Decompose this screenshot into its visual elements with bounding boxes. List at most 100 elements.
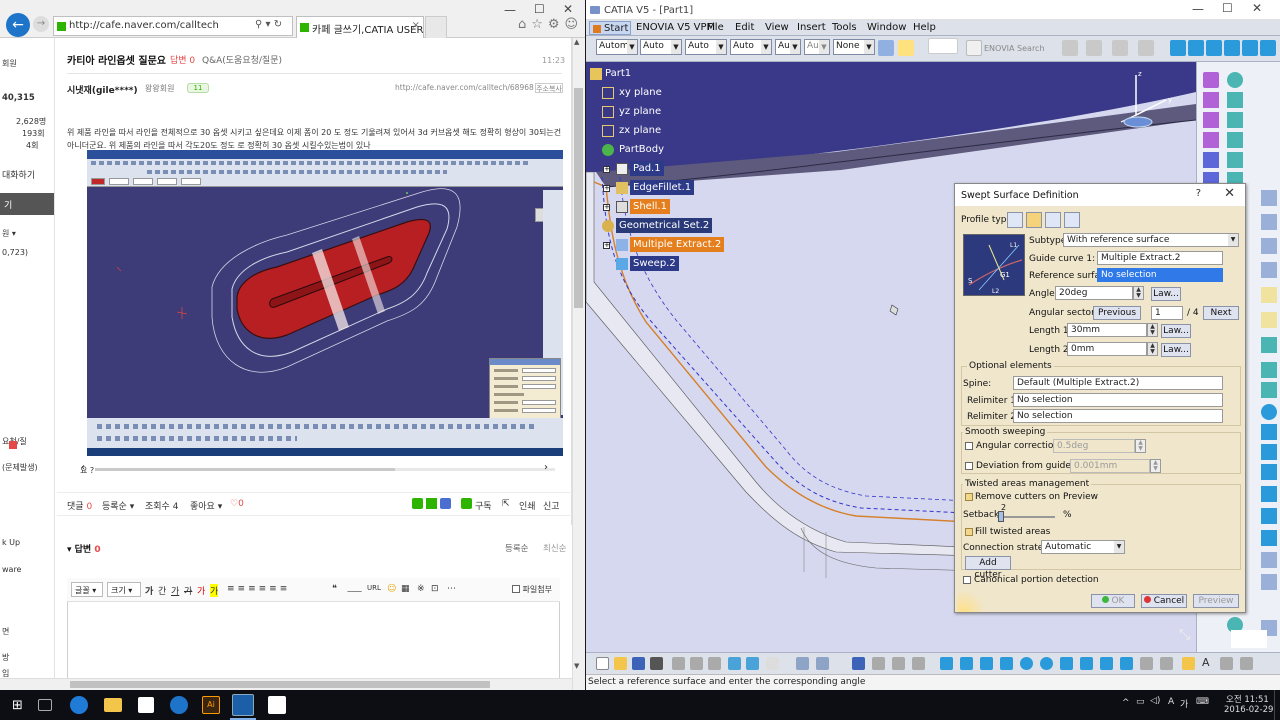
toolbar-icon[interactable]: [1261, 287, 1277, 303]
table-icon[interactable]: [852, 657, 865, 670]
revolve-icon[interactable]: [1227, 72, 1243, 88]
toolbar-icon[interactable]: [892, 657, 905, 670]
toolbar-icon[interactable]: [1261, 574, 1277, 590]
relimiter2-field[interactable]: No selection: [1013, 409, 1223, 423]
maximize-icon[interactable]: ☐: [534, 2, 545, 16]
special-char-icon[interactable]: ※: [417, 584, 425, 594]
comment-icon[interactable]: [816, 657, 829, 670]
app-taskbar-icon[interactable]: [268, 696, 286, 714]
graphic-prop-select[interactable]: Autom ▼: [596, 39, 638, 55]
formula-icon[interactable]: [796, 657, 809, 670]
angle-field[interactable]: 20deg: [1055, 286, 1133, 300]
print-icon[interactable]: [650, 657, 663, 670]
ok-button[interactable]: OK: [1091, 594, 1135, 608]
whats-this-icon[interactable]: [766, 657, 779, 670]
new-tab-button[interactable]: [425, 16, 447, 38]
join-icon[interactable]: [1203, 152, 1219, 168]
graphic-prop-select[interactable]: Au ▼: [804, 39, 830, 55]
tree-xy-plane[interactable]: xy plane: [616, 85, 665, 100]
toolbar-icon[interactable]: [1261, 486, 1277, 502]
healing-icon[interactable]: [1227, 152, 1243, 168]
sweep-tool-icon[interactable]: [1227, 112, 1243, 128]
sphere-icon[interactable]: [1203, 92, 1219, 108]
task-view-icon[interactable]: [38, 699, 52, 711]
attach-file[interactable]: 파일첨부: [512, 584, 552, 595]
back-view-icon[interactable]: [1206, 40, 1222, 56]
subscribe-label[interactable]: 구독: [475, 499, 492, 512]
remove-cutters-checkbox[interactable]: [965, 493, 973, 501]
menu-start[interactable]: Start: [589, 21, 631, 35]
extrude-icon[interactable]: [1203, 72, 1219, 88]
volume-icon[interactable]: ◁): [1150, 696, 1160, 706]
profile-line-icon[interactable]: [1026, 212, 1042, 228]
dialog-close-icon[interactable]: ✕: [1224, 186, 1235, 201]
toolbar-icon[interactable]: [1261, 312, 1277, 328]
graphic-prop-select[interactable]: Auto ▼: [685, 39, 727, 55]
sidebar-text[interactable]: (문제발생): [2, 462, 38, 473]
toolbar-icon[interactable]: [1261, 382, 1277, 398]
profile-explicit-icon[interactable]: [1007, 212, 1023, 228]
sidebar-text[interactable]: 방: [2, 652, 9, 663]
catia-maximize-icon[interactable]: ☐: [1222, 1, 1233, 15]
tree-pad1[interactable]: Pad.1: [630, 161, 664, 176]
toolbar-icon[interactable]: [872, 657, 885, 670]
toolbar-icon[interactable]: [1261, 362, 1277, 378]
menu-insert[interactable]: Insert: [797, 22, 826, 33]
sidebar-text[interactable]: 면: [2, 626, 9, 637]
menu-file[interactable]: File: [707, 22, 724, 33]
setback-slider-thumb[interactable]: [998, 511, 1004, 522]
iso-view-bottom-icon[interactable]: [1100, 657, 1113, 670]
length1-law-button[interactable]: Law...: [1161, 324, 1191, 338]
graphic-prop-select[interactable]: Auto ▼: [730, 39, 772, 55]
toolbar-icon[interactable]: [1261, 464, 1277, 480]
more-icon[interactable]: ⋯: [447, 584, 456, 594]
sort-newest[interactable]: 최신순: [543, 542, 566, 554]
toolbar-icon[interactable]: [1261, 424, 1277, 440]
share-band-icon[interactable]: [412, 498, 423, 509]
sidebar-chat-link[interactable]: 대화하기: [2, 168, 35, 181]
font-select[interactable]: 글꼴 ▾: [71, 582, 103, 597]
hide-show-icon[interactable]: [1140, 657, 1153, 670]
subtype-select[interactable]: With reference surface ▼: [1063, 233, 1239, 247]
print-button[interactable]: 인쇄: [519, 499, 536, 512]
home-star-gear-icons[interactable]: ⌂☆⚙☺: [518, 17, 583, 32]
article-author[interactable]: 시냇재(gile****): [67, 83, 138, 96]
font-color-button[interactable]: 가: [197, 584, 205, 597]
angle-spinner-icon[interactable]: ▲ ▼: [1133, 286, 1144, 300]
toolbar-icon[interactable]: [1261, 262, 1277, 278]
expand-icon[interactable]: +: [603, 185, 610, 192]
tree-sweep2[interactable]: Sweep.2: [630, 256, 679, 271]
toolbar-icon[interactable]: [1112, 40, 1128, 56]
back-button[interactable]: ←: [6, 13, 30, 37]
swap-icon[interactable]: [1160, 657, 1173, 670]
catia-minimize-icon[interactable]: —: [1192, 2, 1204, 16]
attach-checkbox[interactable]: [512, 585, 520, 593]
toolbar-icon[interactable]: [1138, 40, 1154, 56]
toolbar-icon[interactable]: [1261, 238, 1277, 254]
close-icon[interactable]: ✕: [563, 2, 573, 16]
tray-up-icon[interactable]: ^: [1122, 698, 1130, 708]
multisection-icon[interactable]: [1227, 132, 1243, 148]
next-button[interactable]: Next: [1203, 306, 1239, 320]
toolbar-icon[interactable]: [1220, 657, 1233, 670]
report-button[interactable]: 신고: [543, 499, 560, 512]
graphic-prop-select[interactable]: None ▼: [833, 39, 875, 55]
multi-view-icon[interactable]: [1080, 657, 1093, 670]
open-icon[interactable]: [614, 657, 627, 670]
save-icon[interactable]: [632, 657, 645, 670]
scroll-down-icon[interactable]: ▼: [574, 662, 579, 670]
network-icon[interactable]: ▭: [1136, 697, 1145, 707]
ie-icon[interactable]: [170, 696, 188, 714]
toolbar-icon[interactable]: [1261, 508, 1277, 524]
reference-surface-field[interactable]: No selection: [1097, 268, 1223, 282]
toolbar-icon[interactable]: [1086, 40, 1102, 56]
tree-edgefillet1[interactable]: EdgeFillet.1: [630, 180, 695, 195]
graphic-prop-select[interactable]: Auto ▼: [640, 39, 682, 55]
copy-url-button[interactable]: 주소복사: [535, 83, 563, 93]
hr-icon[interactable]: ⸺: [347, 584, 362, 597]
sidebar-text[interactable]: ware: [2, 565, 21, 574]
tree-part1[interactable]: Part1: [602, 66, 634, 81]
menu-view[interactable]: View: [765, 22, 789, 33]
guide-curve-field[interactable]: Multiple Extract.2: [1097, 251, 1223, 265]
angle-law-button[interactable]: Law...: [1151, 287, 1181, 301]
